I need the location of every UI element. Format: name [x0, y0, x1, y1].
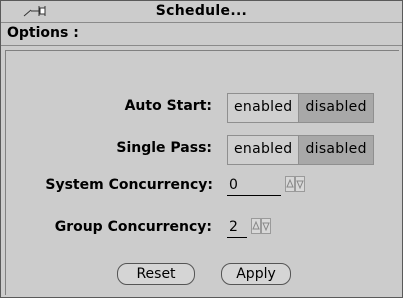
down-arrow-icon: [262, 222, 270, 232]
reset-button[interactable]: Reset: [117, 263, 195, 285]
group-concurrency-increment[interactable]: [251, 218, 261, 234]
single-pass-disabled-option[interactable]: disabled: [298, 136, 373, 164]
group-concurrency-row: Group Concurrency: 2: [6, 214, 401, 242]
options-header: Options :: [1, 23, 402, 46]
group-concurrency-decrement[interactable]: [261, 218, 271, 234]
single-pass-row: Single Pass: enabled disabled: [6, 135, 401, 165]
apply-button[interactable]: Apply: [221, 263, 291, 285]
options-panel: Auto Start: enabled disabled Single Pass…: [5, 50, 399, 295]
down-arrow-icon: [296, 180, 304, 190]
up-arrow-icon: [252, 220, 260, 230]
system-concurrency-field[interactable]: 0: [227, 175, 281, 196]
system-concurrency-decrement[interactable]: [295, 176, 305, 192]
auto-start-enabled-option[interactable]: enabled: [228, 94, 299, 122]
single-pass-label: Single Pass:: [116, 140, 212, 156]
auto-start-disabled-option[interactable]: disabled: [298, 94, 373, 122]
schedule-window: Schedule... Options : Auto Start: enable…: [0, 0, 403, 298]
auto-start-row: Auto Start: enabled disabled: [6, 93, 401, 123]
window-title: Schedule...: [155, 3, 248, 19]
up-arrow-icon: [286, 178, 294, 188]
single-pass-choice: enabled disabled: [227, 135, 374, 165]
auto-start-label: Auto Start:: [124, 98, 212, 114]
options-label: Options :: [7, 25, 79, 41]
system-concurrency-increment[interactable]: [285, 176, 295, 192]
title-bar: Schedule...: [1, 1, 402, 23]
auto-start-choice: enabled disabled: [227, 93, 374, 123]
group-concurrency-field[interactable]: 2: [227, 217, 247, 238]
group-concurrency-label: Group Concurrency:: [54, 219, 212, 235]
system-concurrency-row: System Concurrency: 0: [6, 172, 401, 200]
system-concurrency-label: System Concurrency:: [45, 177, 213, 193]
single-pass-enabled-option[interactable]: enabled: [228, 136, 299, 164]
